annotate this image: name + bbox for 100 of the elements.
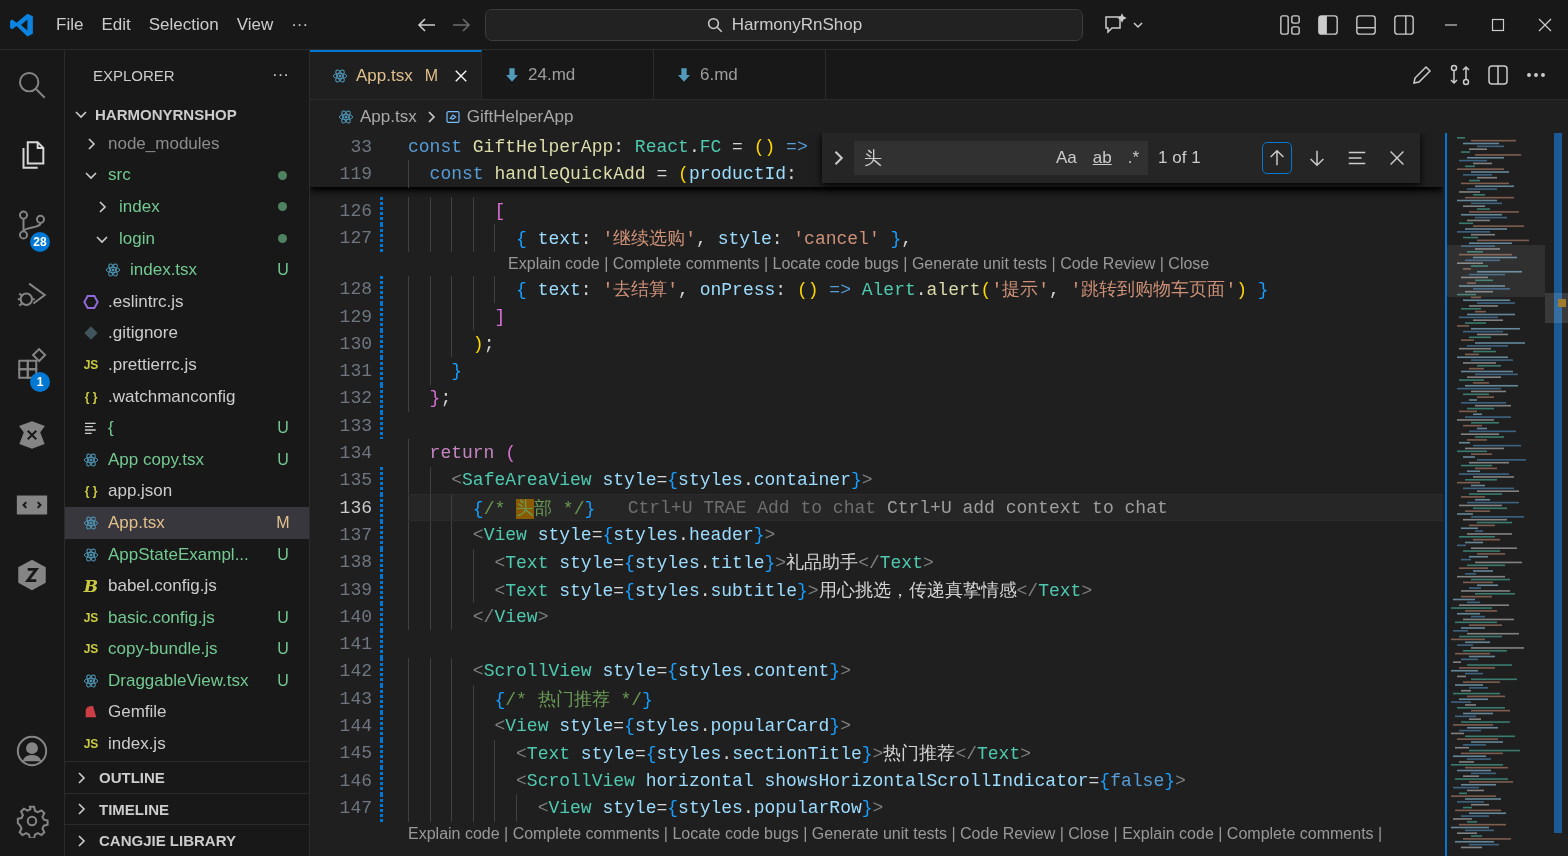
lines-icon bbox=[83, 420, 99, 437]
git-status: U bbox=[276, 640, 290, 659]
section-header[interactable]: CANGJIE LIBRARY bbox=[99, 832, 236, 850]
git-status: U bbox=[276, 450, 290, 469]
tree-item[interactable]: src bbox=[65, 159, 309, 192]
menu-item[interactable]: Selection bbox=[139, 15, 228, 35]
find-input[interactable]: 头 Aa ab .* bbox=[854, 141, 1149, 175]
code-line: <Text style={styles.sectionTitle}>热门推荐</Text> bbox=[516, 743, 1031, 766]
panel-toggle-icon[interactable] bbox=[1355, 14, 1377, 36]
line-number: 141 bbox=[338, 634, 372, 655]
tree-item[interactable]: Gemfile bbox=[65, 696, 309, 729]
editor-tab[interactable]: 6.md bbox=[654, 50, 826, 99]
code-line: { text: '去结算', onPress: () => Alert.alert('提示', '跳转到购物车页面') } bbox=[516, 279, 1269, 302]
editor-tab[interactable]: App.tsx M bbox=[310, 50, 482, 99]
js-icon: JS bbox=[83, 358, 99, 371]
breadcrumb-item[interactable]: App.tsx bbox=[360, 106, 417, 127]
menu-item[interactable]: View bbox=[227, 15, 283, 35]
code-line: {/* 热门推荐 */} bbox=[494, 688, 653, 711]
section-header[interactable]: OUTLINE bbox=[99, 769, 165, 786]
code-line: const GiftHelperApp: React.FC = () => bbox=[408, 136, 808, 157]
inline-hint: Ctrl+U add context to chat bbox=[886, 497, 1168, 518]
git-status: U bbox=[276, 671, 290, 690]
tree-item[interactable]: JS basic.config.js U bbox=[65, 601, 309, 634]
settings-icon[interactable] bbox=[15, 804, 49, 838]
app-logo-icon[interactable] bbox=[9, 12, 35, 38]
line-number: 127 bbox=[338, 227, 372, 248]
git-status: U bbox=[276, 419, 290, 438]
compare-icon[interactable] bbox=[1448, 62, 1472, 87]
tree-item[interactable]: B babel.config.js bbox=[65, 570, 309, 602]
command-center[interactable]: HarmonyRnShop bbox=[485, 9, 1083, 41]
line-number: 132 bbox=[338, 388, 372, 409]
git-status: U bbox=[276, 545, 290, 564]
line-number: 136 bbox=[338, 497, 372, 518]
menu-item[interactable]: ··· bbox=[282, 15, 318, 35]
braces-icon: { } bbox=[84, 390, 98, 403]
count-badge: 28 bbox=[30, 232, 50, 252]
maximize-icon[interactable] bbox=[1490, 18, 1505, 32]
code-lens-actions[interactable]: Explain code | Complete comments | Locate code bugs | Generate unit tests | Code Review | Close bbox=[508, 254, 1210, 273]
js-icon: JS bbox=[83, 643, 99, 656]
atom-icon bbox=[338, 108, 354, 125]
tree-item[interactable]: .gitignore bbox=[65, 317, 309, 350]
code-line: ); bbox=[472, 333, 495, 354]
tree-item[interactable]: { } app.json bbox=[65, 475, 309, 508]
code-line: return ( bbox=[429, 443, 517, 463]
tree-item[interactable]: AppStateExampl... U bbox=[65, 538, 309, 571]
code-line: [ bbox=[494, 200, 506, 221]
close-icon[interactable] bbox=[1537, 18, 1552, 32]
tree-item[interactable]: { } .watchmanconfig bbox=[65, 380, 309, 413]
tree-item[interactable]: App copy.tsx U bbox=[65, 443, 309, 476]
js-icon: JS bbox=[83, 611, 99, 624]
tree-item[interactable]: { U bbox=[65, 412, 309, 444]
tree-item[interactable]: .eslintrc.js bbox=[65, 285, 309, 318]
line-number: 146 bbox=[338, 770, 372, 791]
line-number: 33 bbox=[349, 136, 372, 157]
code-line: <Text style={styles.title}>礼品助手</Text> bbox=[494, 552, 934, 575]
account-icon[interactable] bbox=[15, 734, 49, 768]
tree-item[interactable]: JS .prettierrc.js bbox=[65, 349, 309, 381]
code-lens-actions[interactable]: Explain code | Complete comments | Locate code bugs | Generate unit tests | Code Review | Close | Explain code | Complete comments | bbox=[408, 824, 1383, 843]
tree-item[interactable]: node_modules bbox=[65, 128, 309, 160]
tree-item[interactable]: DraggableView.tsx U bbox=[65, 665, 309, 697]
atom-icon bbox=[83, 451, 99, 468]
sidebar-toggle-icon[interactable] bbox=[1317, 14, 1339, 36]
line-number: 130 bbox=[338, 333, 372, 354]
inline-hint: Ctrl+U TRAE Add to chat bbox=[627, 497, 877, 518]
search-icon bbox=[705, 16, 724, 34]
tree-item[interactable]: App.tsx M bbox=[65, 507, 309, 539]
babel-icon: B bbox=[83, 577, 99, 595]
tree-item[interactable]: index bbox=[65, 191, 309, 223]
code-line: const handleQuickAdd = (productId: bbox=[429, 163, 797, 184]
case-toggle[interactable]: Aa bbox=[1053, 146, 1080, 170]
breadcrumb-item[interactable]: GiftHelperApp bbox=[466, 106, 574, 127]
line-number: 129 bbox=[338, 306, 372, 327]
tree-item[interactable]: index.tsx U bbox=[65, 254, 309, 286]
editor-tab[interactable]: 24.md bbox=[482, 50, 654, 99]
code-line: <View style={styles.popularRow}> bbox=[537, 797, 884, 818]
atom-icon bbox=[83, 514, 99, 531]
hexagon-icon[interactable] bbox=[15, 558, 49, 592]
menu-item[interactable]: File bbox=[47, 15, 93, 35]
tree-item[interactable]: JS index.js bbox=[65, 728, 309, 760]
layout-icon[interactable] bbox=[1279, 14, 1301, 36]
more-actions[interactable]: ··· bbox=[272, 65, 289, 85]
tree-item[interactable]: JS copy-bundle.js U bbox=[65, 633, 309, 666]
up-arrow-button[interactable] bbox=[1261, 142, 1292, 174]
line-number: 143 bbox=[338, 688, 372, 709]
word-toggle[interactable]: ab bbox=[1089, 146, 1115, 170]
split-editor-icon[interactable] bbox=[1486, 62, 1510, 87]
folder-title[interactable]: HARMONYRNSHOP bbox=[95, 105, 237, 123]
count-badge: 1 bbox=[30, 372, 50, 392]
regex-toggle[interactable]: .* bbox=[1124, 146, 1143, 170]
tree-item[interactable]: login bbox=[65, 222, 309, 255]
line-number: 131 bbox=[338, 361, 372, 382]
code-line: <Text style={styles.subtitle}>用心挑选，传递真挚情感</Text> bbox=[494, 579, 1093, 602]
menu-item[interactable]: Edit bbox=[92, 15, 140, 35]
line-number: 134 bbox=[338, 443, 372, 463]
code-line: <SafeAreaView style={styles.container}> bbox=[451, 470, 873, 491]
line-number: 126 bbox=[338, 200, 372, 221]
secondary-sidebar-icon[interactable] bbox=[1393, 14, 1415, 36]
section-header[interactable]: TIMELINE bbox=[99, 800, 169, 818]
git-status: U bbox=[276, 261, 290, 280]
line-number: 142 bbox=[338, 661, 372, 682]
